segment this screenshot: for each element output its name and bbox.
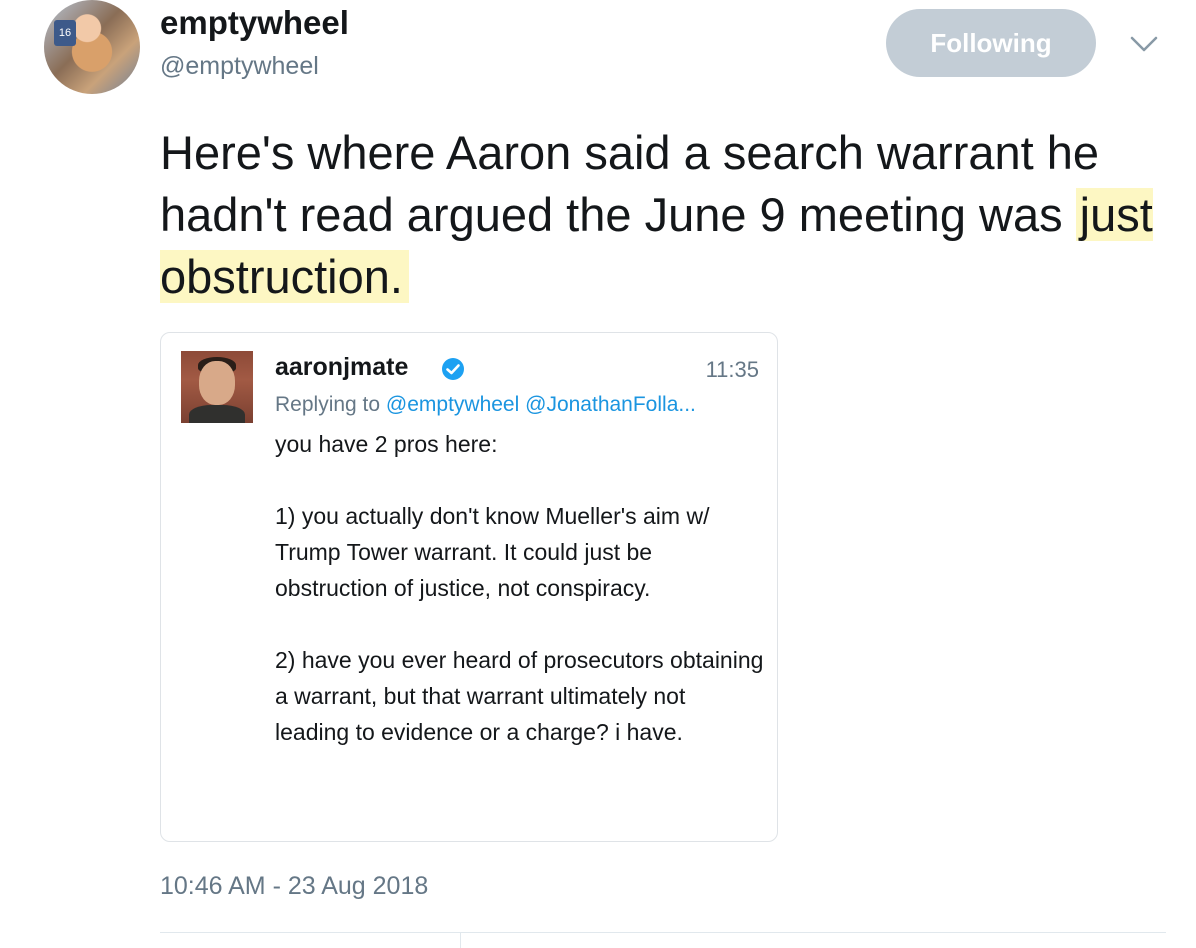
tweet-text: Here's where Aaron said a search warrant… [160,122,1170,308]
author-display-name[interactable]: emptywheel [160,4,349,42]
quoted-body: you have 2 pros here: 1) you actually do… [275,426,765,750]
quoted-paragraph: 2) have you ever heard of prosecutors ob… [275,647,764,745]
quoted-display-name: aaronjmate [275,353,409,381]
quoted-paragraph: you have 2 pros here: [275,431,498,457]
quoted-avatar [181,351,253,423]
mention-emptywheel: @emptywheel [385,393,520,416]
author-handle[interactable]: @emptywheel [160,52,319,81]
quoted-paragraph: 1) you actually don't know Mueller's aim… [275,503,710,601]
replying-to-line: Replying to @emptywheel @JonathanFolla..… [275,393,696,417]
divider [160,932,1166,933]
quoted-tweet-screenshot[interactable]: aaronjmate 11:35 Replying to @emptywheel… [160,332,778,842]
quoted-time: 11:35 [705,357,759,382]
tweet-text-main: Here's where Aaron said a search warrant… [160,126,1100,241]
tweet-timestamp[interactable]: 10:46 AM - 23 Aug 2018 [160,872,428,901]
divider-tick [460,933,461,948]
verified-badge-icon [442,358,464,380]
replying-to-label: Replying to [275,393,386,416]
following-button[interactable]: Following [886,9,1096,77]
avatar-badge: 16 [54,20,76,46]
chevron-down-icon[interactable] [1128,32,1160,56]
author-avatar[interactable]: 16 [44,0,140,94]
mention-jonathanfolla: @JonathanFolla... [525,393,696,416]
